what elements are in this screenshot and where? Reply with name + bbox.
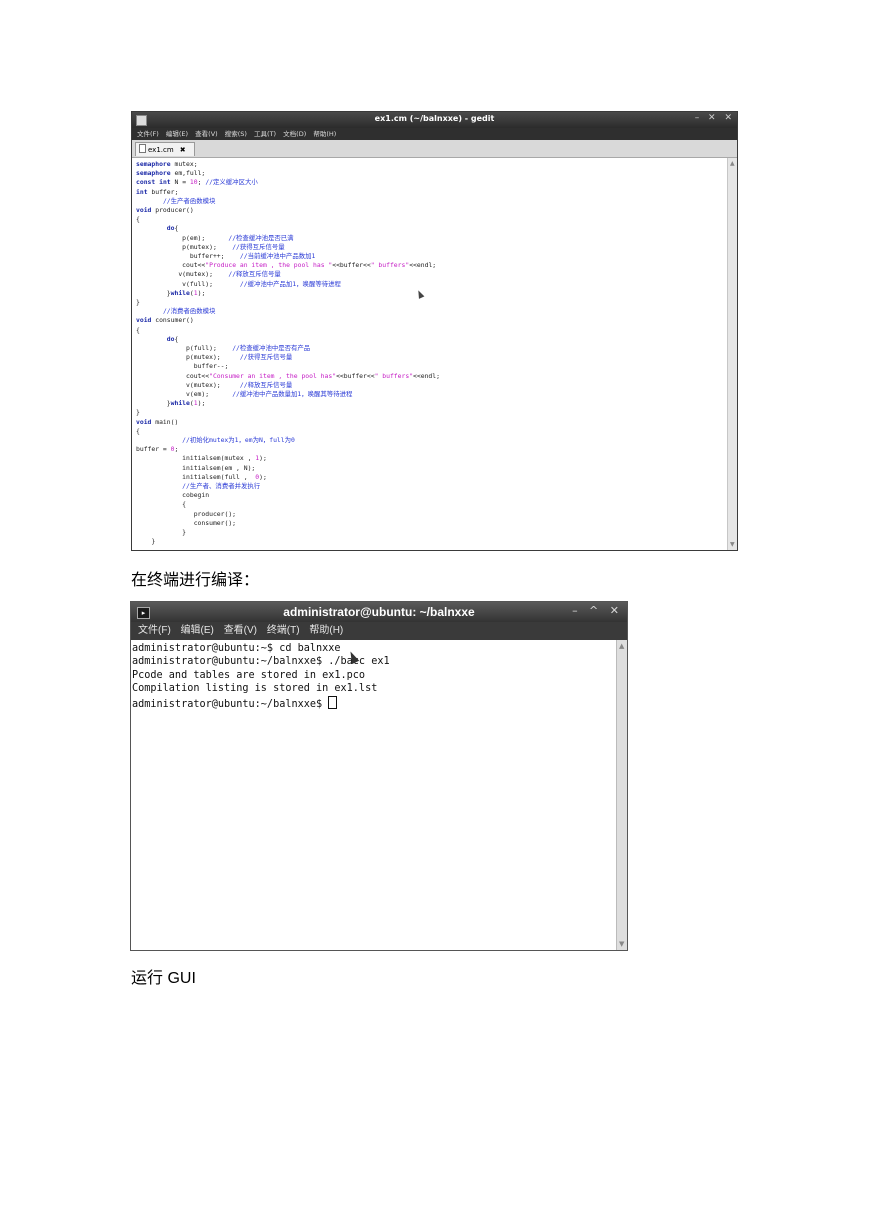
terminal-menubar: 文件(F) 编辑(E) 查看(V) 终端(T) 帮助(H): [131, 622, 627, 640]
terminal-caret: [328, 695, 338, 709]
code-line: {: [136, 426, 140, 435]
code-line: semaphore em,full;: [136, 169, 206, 178]
menu-tools[interactable]: 工具(T): [254, 128, 276, 140]
code-line: //生产者函数模块: [162, 196, 216, 205]
code-line: initialsem(mutex , 1);: [136, 454, 267, 463]
gedit-tabbar: ex1.cm ✖: [132, 140, 737, 158]
code-line: {: [136, 500, 187, 509]
menu-view[interactable]: 查看(V): [195, 128, 218, 140]
code-line: p(mutex); //获得互斥信号量: [136, 353, 293, 362]
tab-ex1-cm[interactable]: ex1.cm ✖: [135, 142, 195, 156]
terminal-window: ▸ administrator@ubuntu: ~/balnxxe – ^ ✕ …: [130, 601, 628, 951]
code-line: v(em); //缓冲池中产品数量加1，唤醒其等待进程: [136, 390, 353, 398]
terminal-scrollbar[interactable]: ▲ ▼: [616, 640, 627, 950]
code-line: void main(): [136, 417, 179, 426]
terminal-line: administrator@ubuntu:~$ cd balnxxe: [132, 643, 341, 654]
caption-run-gui: 运行 GUI: [131, 970, 196, 987]
code-line: }: [136, 408, 140, 417]
terminal-line: administrator@ubuntu:~/balnxxe$ ./bacc e…: [132, 656, 390, 668]
menu-documents[interactable]: 文档(D): [283, 128, 306, 140]
editor-scrollbar[interactable]: ▲ ▼: [727, 158, 737, 550]
tab-label: ex1.cm: [148, 146, 174, 154]
term-menu-help[interactable]: 帮助(H): [309, 622, 343, 640]
code-line: }: [136, 528, 187, 536]
scroll-down-icon[interactable]: ▼: [619, 940, 624, 948]
gedit-window-title: ex1.cm (~/balnxxe) - gedit: [374, 114, 495, 123]
code-line: cout<<"Consumer an item , the pool has"<…: [136, 371, 440, 380]
terminal-line: Compilation listing is stored in ex1.lst: [132, 683, 378, 695]
code-line: int buffer;: [136, 187, 179, 196]
scroll-up-icon[interactable]: ▲: [619, 642, 624, 650]
code-line: //生产者、消费者并发执行: [182, 482, 261, 490]
code-line: void producer(): [136, 206, 194, 214]
code-line: buffer = 0;: [136, 445, 179, 454]
terminal-line: Pcode and tables are stored in ex1.pco: [132, 669, 366, 681]
code-line: {: [136, 325, 140, 334]
document-icon: [139, 144, 146, 153]
code-line: p(em); //检查缓冲池是否已满: [136, 233, 294, 242]
code-line: //消费者函数模块: [162, 307, 216, 316]
code-line: {: [136, 215, 140, 224]
code-line: v(mutex); //释放互斥信号量: [136, 380, 293, 389]
code-line: v(full); //缓冲池中产品加1，唤醒等待进程: [136, 279, 341, 288]
code-line: }: [136, 298, 140, 306]
code-line: }while(1);: [136, 399, 206, 408]
code-line: v(mutex); //释放互斥信号量: [136, 270, 281, 279]
terminal-titlebar[interactable]: ▸ administrator@ubuntu: ~/balnxxe – ^ ✕: [131, 602, 627, 622]
gedit-window-controls[interactable]: – ✕ ✕: [695, 113, 735, 123]
menu-search[interactable]: 搜索(S): [225, 128, 247, 140]
tab-close-icon[interactable]: ✖: [180, 146, 186, 154]
code-line: p(full); //检查缓冲池中是否有产品: [136, 344, 311, 352]
term-menu-terminal[interactable]: 终端(T): [267, 622, 300, 640]
terminal-window-controls[interactable]: – ^ ✕: [572, 604, 623, 617]
code-line: semaphore mutex;: [136, 160, 198, 168]
code-line: //初始化mutex为1，em为N，full为0: [182, 436, 295, 444]
gedit-titlebar[interactable]: ex1.cm (~/balnxxe) - gedit – ✕ ✕: [132, 112, 737, 128]
caption-compile: 在终端进行编译：: [131, 570, 260, 589]
code-line: consumer();: [136, 518, 237, 527]
terminal-prompt-line: administrator@ubuntu:~/balnxxe$: [132, 695, 616, 711]
terminal-prompt: administrator@ubuntu:~/balnxxe$: [132, 698, 329, 710]
code-line: producer();: [136, 509, 237, 518]
code-line: do{: [166, 334, 179, 343]
terminal-console[interactable]: administrator@ubuntu:~$ cd balnxxe admin…: [131, 640, 616, 950]
scroll-down-icon[interactable]: ▼: [730, 541, 735, 548]
code-line: do{: [166, 224, 179, 233]
gedit-window: ex1.cm (~/balnxxe) - gedit – ✕ ✕ 文件(F) 编…: [131, 111, 738, 551]
code-line: p(mutex); //获得互斥信号量: [136, 242, 285, 251]
code-line: }while(1);: [136, 288, 206, 297]
code-line: initialsem(em , N);: [136, 463, 256, 472]
scroll-up-icon[interactable]: ▲: [730, 160, 735, 167]
term-menu-view[interactable]: 查看(V): [224, 622, 257, 640]
code-line: const int N = 10; //定义缓冲区大小: [136, 178, 258, 187]
gedit-menubar: 文件(F) 编辑(E) 查看(V) 搜索(S) 工具(T) 文档(D) 帮助(H…: [132, 128, 737, 140]
code-line: initialsem(full , 0);: [136, 472, 267, 481]
menu-help[interactable]: 帮助(H): [313, 128, 336, 140]
menu-edit[interactable]: 编辑(E): [166, 128, 188, 140]
term-menu-edit[interactable]: 编辑(E): [181, 622, 214, 640]
code-line: cobegin: [136, 491, 210, 500]
code-line: cout<<"Produce an item , the pool has "<…: [136, 261, 437, 270]
code-line: buffer--;: [136, 362, 229, 371]
menu-file[interactable]: 文件(F): [137, 128, 159, 140]
code-editor[interactable]: semaphore mutex; semaphore em,full; const …: [132, 158, 727, 550]
code-line: buffer++; //当前缓冲池中产品数加1: [136, 252, 316, 260]
terminal-window-title: administrator@ubuntu: ~/balnxxe: [283, 605, 475, 619]
term-menu-file[interactable]: 文件(F): [138, 622, 171, 640]
code-line: void consumer(): [136, 316, 194, 325]
code-line: }: [136, 537, 156, 546]
